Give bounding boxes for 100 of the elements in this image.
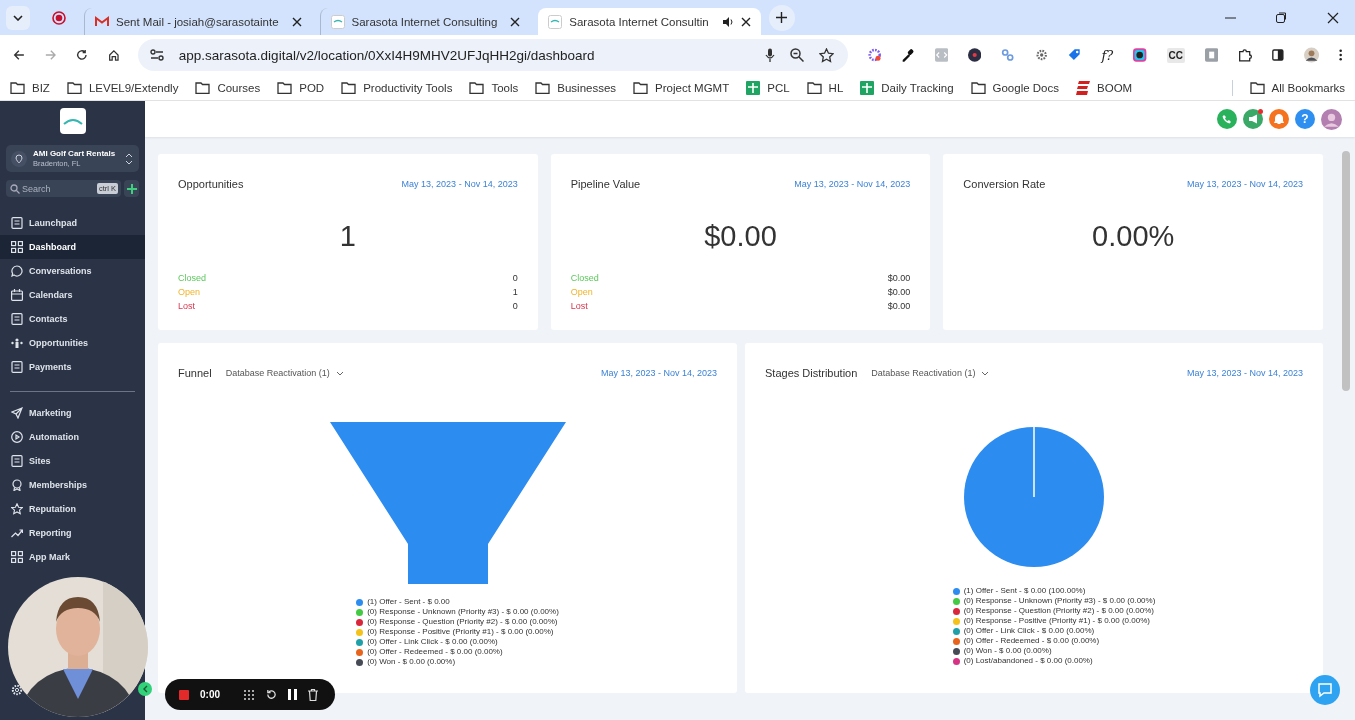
folder-icon xyxy=(341,81,357,94)
nav-item[interactable]: Marketing xyxy=(0,401,145,425)
status-label: Lost xyxy=(178,300,195,313)
extension-icon[interactable] xyxy=(1133,47,1147,63)
side-panel-icon[interactable] xyxy=(1271,48,1284,62)
bookmark[interactable]: Project MGMT xyxy=(633,81,730,94)
menu-icon[interactable] xyxy=(1338,48,1342,62)
bookmark[interactable]: Tools xyxy=(469,81,519,94)
bookmark[interactable]: BOOM xyxy=(1076,80,1133,95)
legend-label: (0) Response - Positive (Priority #1) - $ 0.00 (0.00%) xyxy=(367,627,554,637)
link-icon[interactable] xyxy=(1001,47,1015,63)
extension-label[interactable]: CC xyxy=(1166,47,1186,63)
date-range[interactable]: May 13, 2023 - Nov 14, 2023 xyxy=(1186,179,1303,189)
date-range[interactable]: May 13, 2023 - Nov 14, 2023 xyxy=(600,368,717,378)
home-icon[interactable] xyxy=(108,48,120,62)
status-label: Open xyxy=(178,286,201,299)
user-avatar[interactable] xyxy=(1321,108,1342,130)
chevron-icon xyxy=(13,14,23,21)
legend-label: (1) Offer - Sent - $ 0.00 xyxy=(367,597,450,607)
tag-icon[interactable] xyxy=(1068,47,1082,63)
megaphone-icon xyxy=(1247,114,1259,124)
bookmark[interactable]: PCL xyxy=(746,80,790,95)
legend-label: (0) Won - $ 0.00 (0.00%) xyxy=(963,646,1052,656)
puzzle-icon[interactable] xyxy=(1238,47,1252,63)
chat-icon xyxy=(1317,682,1333,698)
tab-list-button[interactable] xyxy=(6,5,30,30)
nav-item[interactable]: Launchpad xyxy=(0,211,145,235)
bookmark[interactable]: POD xyxy=(277,81,325,94)
recording-time: 0:00 xyxy=(200,689,220,700)
folder-icon xyxy=(970,81,986,94)
collapse-button[interactable] xyxy=(138,682,152,696)
date-range[interactable]: May 13, 2023 - Nov 14, 2023 xyxy=(1186,368,1303,378)
restart-icon[interactable] xyxy=(266,689,277,700)
address-bar[interactable]: app.sarasota.digital/v2/location/0XxI4H9MHV2UFJqHH2gi/dashboard xyxy=(137,39,848,71)
chevron-icon xyxy=(142,685,148,693)
nav-item[interactable]: Automation xyxy=(0,425,145,449)
caret-icon xyxy=(981,370,990,376)
nav-item[interactable]: Dashboard xyxy=(0,235,145,259)
status-value: 1 xyxy=(512,286,518,299)
folder-icon xyxy=(1249,81,1265,94)
close-icon[interactable] xyxy=(510,16,521,27)
announcement-button[interactable] xyxy=(1243,109,1263,129)
nav-item[interactable]: Conversations xyxy=(0,259,145,283)
bookmark[interactable]: Courses xyxy=(195,81,261,94)
restore-icon[interactable] xyxy=(1276,12,1287,23)
bookmark[interactable]: Productivity Tools xyxy=(341,81,453,94)
date-range[interactable]: May 13, 2023 - Nov 14, 2023 xyxy=(794,179,911,189)
pipeline-dropdown[interactable]: Database Reactivation (1) xyxy=(871,368,990,378)
bookmark[interactable]: HL xyxy=(806,81,844,94)
stat-value: 1 xyxy=(338,220,357,253)
close-icon[interactable] xyxy=(740,16,751,27)
pause-icon[interactable] xyxy=(288,689,297,700)
nav-item[interactable]: Sites xyxy=(0,449,145,473)
browser-tab[interactable]: Sarasota Internet Consultin xyxy=(538,8,761,35)
extension-icon[interactable] xyxy=(967,47,982,63)
close-icon[interactable] xyxy=(291,16,302,27)
new-tab-button[interactable] xyxy=(768,4,795,31)
bookmark[interactable]: Businesses xyxy=(535,81,617,94)
status-label: Open xyxy=(570,286,593,299)
nav-item[interactable]: Memberships xyxy=(0,473,145,497)
site-settings-icon[interactable] xyxy=(149,49,164,61)
star-icon[interactable] xyxy=(818,47,834,63)
date-range[interactable]: May 13, 2023 - Nov 14, 2023 xyxy=(401,179,518,189)
speaker-icon[interactable] xyxy=(721,15,734,28)
bookmark[interactable]: Daily Tracking xyxy=(860,80,954,95)
reload-icon[interactable] xyxy=(76,48,89,62)
bookmark[interactable]: Google Docs xyxy=(970,81,1059,94)
bookmark[interactable]: All Bookmarks xyxy=(1249,81,1345,94)
notification-button[interactable] xyxy=(1269,109,1289,129)
zoom-out-icon[interactable] xyxy=(789,48,804,62)
nav-icon xyxy=(11,431,23,443)
pipeline-dropdown[interactable]: Database Reactivation (1) xyxy=(225,368,344,378)
folder-icon xyxy=(633,81,649,94)
settings-icon[interactable] xyxy=(11,684,23,696)
bookmark[interactable]: LEVEL9/Extendly xyxy=(66,81,179,94)
extension-label[interactable]: f? xyxy=(1101,47,1114,63)
trash-icon[interactable] xyxy=(308,688,318,701)
nav-item[interactable]: Payments xyxy=(0,355,145,379)
folder-icon xyxy=(10,81,25,94)
microphone-icon[interactable] xyxy=(764,47,775,63)
nav-item[interactable]: Reputation xyxy=(0,497,145,521)
quick-action-button[interactable] xyxy=(124,180,139,197)
bookmark[interactable]: BIZ xyxy=(10,81,50,94)
chat-button[interactable] xyxy=(1310,675,1340,705)
nav-item[interactable]: App Mark xyxy=(0,545,145,569)
back-icon[interactable] xyxy=(13,48,25,62)
location-icon xyxy=(11,150,27,167)
nav-item[interactable]: Reporting xyxy=(0,521,145,545)
phone-button[interactable] xyxy=(1217,109,1237,129)
nav-item[interactable]: Opportunities xyxy=(0,331,145,355)
status-value: 0 xyxy=(512,272,518,285)
spreadsheet-icon xyxy=(746,80,761,95)
nav-item[interactable]: Calendars xyxy=(0,283,145,307)
eyedropper-icon[interactable] xyxy=(901,47,915,63)
nav-item[interactable]: Contacts xyxy=(0,307,145,331)
close-icon[interactable] xyxy=(1327,11,1339,24)
profile-avatar[interactable] xyxy=(1303,46,1319,64)
drag-handle-icon[interactable] xyxy=(243,688,255,701)
stop-recording-button[interactable] xyxy=(179,689,189,700)
gear-icon[interactable] xyxy=(1034,47,1049,63)
